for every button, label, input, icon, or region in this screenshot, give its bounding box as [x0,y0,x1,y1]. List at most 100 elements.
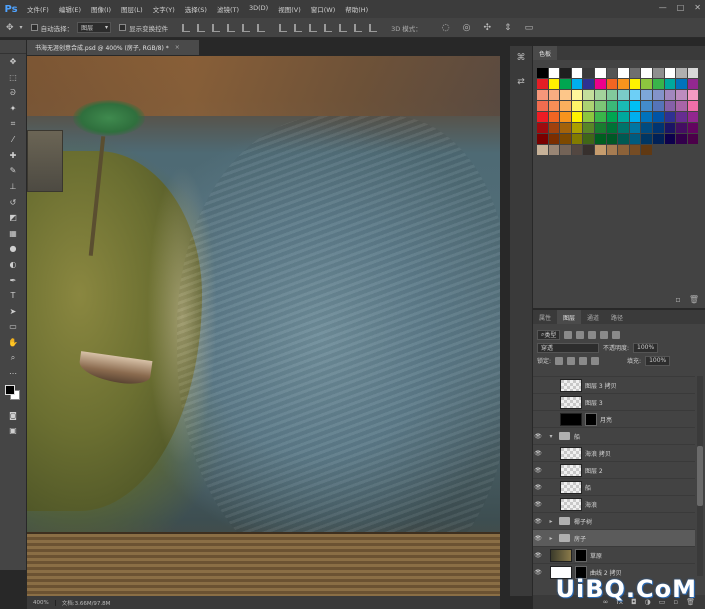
color-swatch[interactable] [687,112,699,122]
color-swatch[interactable] [618,90,629,100]
color-swatch[interactable] [560,123,571,133]
tool-preset-chevron-icon[interactable]: ▾ [20,24,23,31]
distribute-hcenter-icon[interactable] [339,23,348,32]
blur-tool-icon[interactable]: ● [0,241,26,257]
menu-item[interactable]: 3D(D) [244,4,273,14]
menu-item[interactable]: 图像(I) [86,4,116,14]
color-swatch[interactable] [560,90,571,100]
close-icon[interactable]: × [175,44,180,51]
color-swatch[interactable] [664,90,676,100]
rectangle-tool-icon[interactable]: ▭ [0,319,26,335]
color-swatch[interactable] [571,90,583,100]
menu-item[interactable]: 窗口(W) [306,4,341,14]
color-swatch[interactable] [571,68,583,78]
blend-mode-dropdown[interactable]: 穿透 [537,342,599,353]
align-top-icon[interactable] [182,23,191,32]
color-swatch[interactable] [583,145,594,155]
visibility-eye-icon[interactable]: 👁 [533,518,543,525]
color-swatch[interactable] [629,112,641,122]
history-brush-tool-icon[interactable]: ↺ [0,194,26,210]
brush-tool-icon[interactable]: ✎ [0,163,26,179]
filter-type-icon[interactable] [588,330,597,339]
color-swatch[interactable] [594,134,606,144]
color-swatch[interactable] [548,134,560,144]
trash-icon[interactable]: 🗑 [689,295,699,304]
color-swatch[interactable] [664,68,676,78]
color-swatch[interactable] [629,90,641,100]
color-swatch[interactable] [606,101,618,111]
layer-group-row[interactable]: 👁 ▸ 椰子树 [533,512,695,529]
layer-thumbnail[interactable] [560,446,582,460]
visibility-eye-icon[interactable]: 👁 [533,501,543,508]
layer-row[interactable]: 👁 船 [533,478,695,495]
color-swatch[interactable] [560,79,571,89]
menu-item[interactable]: 帮助(H) [340,4,373,14]
color-swatch[interactable] [583,90,594,100]
3d-rotate-icon[interactable]: ◌ [442,23,450,33]
color-swatch[interactable] [571,145,583,155]
quick-mask-icon[interactable]: ◙ [0,407,26,423]
color-swatch[interactable] [606,112,618,122]
color-swatch[interactable] [687,68,699,78]
path-selection-tool-icon[interactable]: ➤ [0,304,26,320]
color-swatch[interactable] [583,79,594,89]
layer-row[interactable]: 图层 3 拷贝 [533,376,695,393]
color-swatch[interactable] [594,123,606,133]
color-swatch[interactable] [571,112,583,122]
menu-item[interactable]: 选择(S) [180,4,212,14]
color-swatch[interactable] [687,123,699,133]
auto-select-dropdown[interactable]: 图层 ▾ [77,22,112,33]
fill-input[interactable]: 100% [645,355,671,366]
color-swatch[interactable] [676,68,687,78]
3d-slide-icon[interactable]: ⇕ [504,23,512,33]
layer-group-row[interactable]: 👁 ▸ 房子 [533,529,695,546]
color-swatch[interactable] [652,101,664,111]
color-swatch[interactable] [594,145,606,155]
color-swatch[interactable] [548,79,560,89]
color-swatch[interactable] [583,68,594,78]
color-swatch[interactable] [537,123,548,133]
zoom-tool-icon[interactable]: ⌕ [0,350,26,366]
type-tool-icon[interactable]: T [0,288,26,304]
dodge-tool-icon[interactable]: ◐ [0,257,26,273]
tab-layers-panel[interactable]: 属性 [533,310,557,324]
gradient-tool-icon[interactable]: ▦ [0,226,26,242]
distribute-left-icon[interactable] [324,23,333,32]
layers-scrollbar-thumb[interactable] [697,446,703,506]
tools-panel-grip[interactable] [0,40,26,54]
distribute-top-icon[interactable] [279,23,288,32]
filter-adjustment-icon[interactable] [576,330,585,339]
tab-layers-panel[interactable]: 路径 [605,310,629,324]
color-swatch[interactable] [676,112,687,122]
color-swatch[interactable] [664,79,676,89]
chevron-right-icon[interactable]: ▸ [547,518,555,525]
auto-align-icon[interactable] [369,23,378,32]
layer-row[interactable]: 👁 海浪 拷贝 [533,444,695,461]
layer-row[interactable]: 👁 海浪 [533,495,695,512]
color-swatch[interactable] [537,134,548,144]
color-swatch[interactable] [629,134,641,144]
lock-position-icon[interactable] [579,356,588,365]
color-swatch[interactable] [571,79,583,89]
opacity-input[interactable]: 100% [633,342,659,353]
color-swatch[interactable] [676,123,687,133]
crop-tool-icon[interactable]: ⌗ [0,116,26,132]
color-swatch[interactable] [676,79,687,89]
color-swatch[interactable] [676,101,687,111]
color-swatch[interactable] [664,134,676,144]
color-swatch[interactable] [606,90,618,100]
color-swatch[interactable] [687,134,699,144]
color-swatch[interactable] [652,134,664,144]
minimize-button[interactable]: — [659,3,667,12]
canvas[interactable] [27,56,500,596]
color-swatch[interactable] [594,68,606,78]
align-bottom-icon[interactable] [212,23,221,32]
layer-thumbnail[interactable] [550,548,572,562]
color-swatch[interactable] [583,134,594,144]
color-swatch[interactable] [687,90,699,100]
color-swatch[interactable] [664,112,676,122]
color-swatch[interactable] [560,145,571,155]
color-swatch[interactable] [641,79,652,89]
visibility-eye-icon[interactable]: 👁 [533,535,543,542]
tools-more-icon[interactable]: ⋯ [0,366,26,382]
